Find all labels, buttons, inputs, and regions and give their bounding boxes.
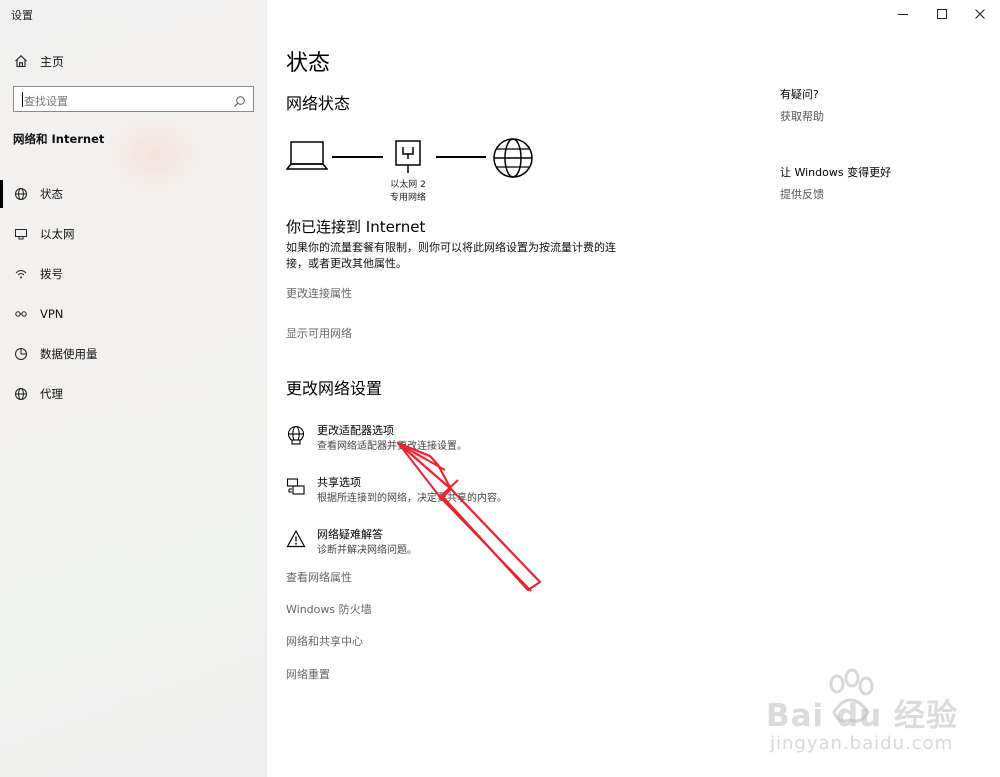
connection-line (332, 156, 383, 158)
adapter-name: 以太网 2 (390, 180, 426, 190)
nav-item-data-usage[interactable]: 数据使用量 (0, 334, 267, 374)
setting-title: 更改适配器选项 (317, 424, 394, 437)
nav-item-vpn[interactable]: VPN (0, 294, 267, 334)
connection-line (436, 156, 486, 158)
main-content: 状态 网络状态 以太网 2 专用网络 你已连接到 Internet 如果你的流量… (267, 0, 1000, 777)
change-connection-properties-link[interactable]: 更改连接属性 (286, 285, 352, 301)
adapter-globe-icon (286, 425, 306, 445)
windows-firewall-link[interactable]: Windows 防火墙 (286, 601, 372, 617)
search-placeholder: 查找设置 (24, 95, 68, 108)
improve-windows-title: 让 Windows 变得更好 (780, 166, 892, 179)
search-input[interactable]: 查找设置 (13, 86, 254, 112)
sidebar: 设置 主页 查找设置 网络和 Internet 状态 以太网 拨号 VPN 数据… (0, 0, 267, 777)
minimize-icon[interactable] (895, 6, 911, 22)
status-globe-icon (13, 186, 29, 202)
sharing-icon (286, 477, 306, 497)
setting-subtitle: 诊断并解决网络问题。 (317, 545, 417, 556)
network-reset-link[interactable]: 网络重置 (286, 666, 330, 682)
change-network-settings-heading: 更改网络设置 (286, 379, 383, 398)
network-sharing-center-link[interactable]: 网络和共享中心 (286, 633, 363, 649)
change-adapter-options[interactable]: 更改适配器选项 查看网络适配器并更改连接设置。 (286, 422, 686, 458)
internet-globe-icon (492, 137, 534, 183)
settings-window: 设置 主页 查找设置 网络和 Internet 状态 以太网 拨号 VPN 数据… (0, 0, 1000, 777)
nav-item-label: 代理 (40, 387, 63, 401)
globe-icon (13, 386, 29, 402)
setting-title: 网络疑难解答 (317, 528, 383, 541)
nav-item-status[interactable]: 状态 (0, 174, 267, 214)
nav-item-label: VPN (40, 307, 64, 321)
active-indicator (0, 180, 3, 208)
nav-item-ethernet[interactable]: 以太网 (0, 214, 267, 254)
nav-item-label: 拨号 (40, 267, 63, 281)
connected-status: 你已连接到 Internet (286, 218, 426, 236)
adapter-network-type: 专用网络 (389, 193, 426, 203)
ethernet-icon (13, 226, 29, 242)
vpn-icon (13, 306, 29, 322)
section-title: 网络和 Internet (13, 132, 105, 146)
network-troubleshooter[interactable]: 网络疑难解答 诊断并解决网络问题。 (286, 526, 686, 562)
warning-icon (286, 529, 306, 549)
nav-item-proxy[interactable]: 代理 (0, 374, 267, 414)
sharing-options[interactable]: 共享选项 根据所连接到的网络，决定要共享的内容。 (286, 474, 686, 510)
page-title: 状态 (286, 51, 331, 76)
data-usage-icon (13, 346, 29, 362)
text-caret (22, 92, 23, 107)
network-status-heading: 网络状态 (286, 94, 351, 113)
maximize-icon[interactable] (934, 6, 950, 22)
setting-title: 共享选项 (317, 476, 361, 489)
app-title: 设置 (11, 9, 33, 22)
close-icon[interactable] (972, 6, 988, 22)
home-icon (13, 53, 29, 69)
connected-description: 如果你的流量套餐有限制，则你可以将此网络设置为按流量计费的连接，或者更改其他属性… (286, 241, 616, 270)
laptop-icon (285, 140, 329, 176)
view-network-properties-link[interactable]: 查看网络属性 (286, 569, 352, 585)
show-available-networks-link[interactable]: 显示可用网络 (286, 325, 352, 341)
nav-home-label: 主页 (40, 54, 65, 69)
nav-home[interactable]: 主页 (0, 48, 267, 74)
help-question-title: 有疑问? (780, 88, 819, 101)
setting-subtitle: 查看网络适配器并更改连接设置。 (317, 441, 467, 452)
nav-item-label: 以太网 (40, 227, 75, 241)
nav-list: 状态 以太网 拨号 VPN 数据使用量 代理 (0, 174, 267, 414)
give-feedback-link[interactable]: 提供反馈 (780, 186, 824, 202)
dialup-icon (13, 266, 29, 282)
search-icon[interactable] (233, 93, 246, 107)
nav-item-dialup[interactable]: 拨号 (0, 254, 267, 294)
nav-item-label: 状态 (40, 187, 63, 201)
network-diagram: 以太网 2 专用网络 (285, 136, 546, 206)
nav-item-label: 数据使用量 (40, 347, 98, 361)
ethernet-port-icon (394, 139, 422, 179)
setting-subtitle: 根据所连接到的网络，决定要共享的内容。 (317, 493, 507, 504)
get-help-link[interactable]: 获取帮助 (780, 108, 824, 124)
